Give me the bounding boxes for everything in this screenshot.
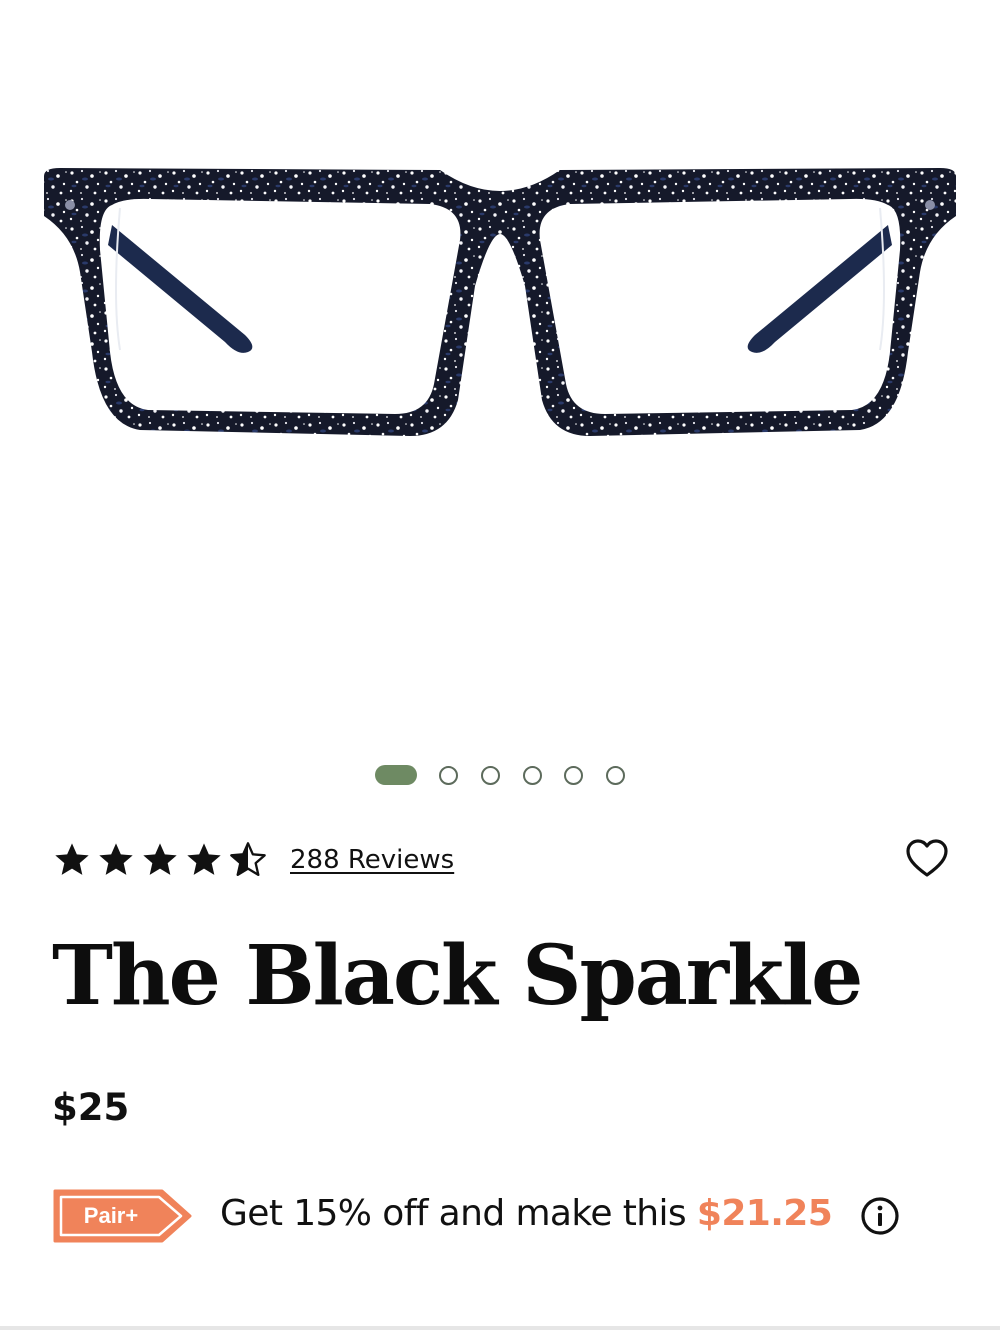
heart-outline-icon bbox=[906, 839, 948, 877]
carousel-dot[interactable] bbox=[564, 766, 583, 785]
glasses-image bbox=[44, 168, 956, 436]
bottom-divider bbox=[0, 1326, 1000, 1330]
pair-plus-promo: Pair+ Get 15% off and make this $21.25 bbox=[52, 1188, 952, 1248]
star-icon bbox=[187, 843, 221, 875]
carousel-dot[interactable] bbox=[606, 766, 625, 785]
star-icon bbox=[55, 843, 89, 875]
product-title: The Black Sparkle bbox=[52, 928, 863, 1024]
promo-text: Get 15% off and make this $21.25 bbox=[220, 1193, 833, 1234]
reviews-link[interactable]: 288 Reviews bbox=[290, 845, 454, 875]
carousel-dot-active[interactable] bbox=[375, 765, 417, 785]
promo-discount-price: $21.25 bbox=[696, 1193, 833, 1234]
pair-plus-label: Pair+ bbox=[83, 1203, 139, 1228]
info-button[interactable] bbox=[860, 1196, 900, 1236]
product-price: $25 bbox=[52, 1086, 130, 1129]
pair-plus-badge[interactable]: Pair+ bbox=[52, 1188, 194, 1244]
carousel-dot[interactable] bbox=[439, 766, 458, 785]
info-circle-icon bbox=[861, 1197, 899, 1235]
carousel-dot[interactable] bbox=[523, 766, 542, 785]
star-rating bbox=[52, 840, 268, 880]
rating-row: 288 Reviews bbox=[52, 838, 454, 882]
star-icon bbox=[143, 843, 177, 875]
favorite-button[interactable] bbox=[905, 838, 949, 880]
promo-text-prefix: Get 15% off and make this bbox=[220, 1193, 697, 1234]
star-half-icon bbox=[230, 842, 266, 876]
product-image[interactable] bbox=[0, 0, 1000, 740]
carousel-dot[interactable] bbox=[481, 766, 500, 785]
star-icon bbox=[99, 843, 133, 875]
carousel-pagination bbox=[0, 763, 1000, 787]
